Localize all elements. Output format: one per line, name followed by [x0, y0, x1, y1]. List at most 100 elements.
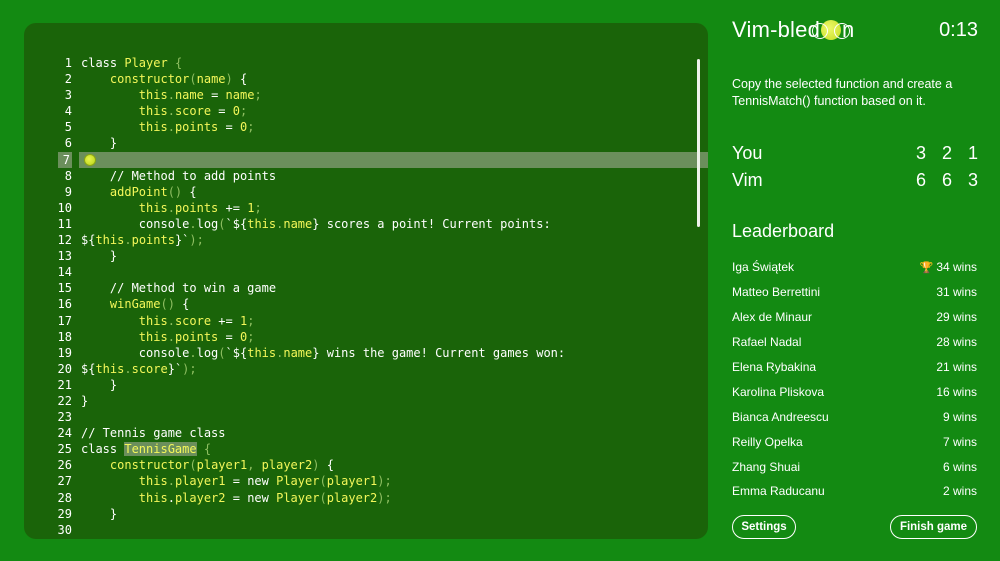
code-line[interactable]: 7: [24, 151, 708, 168]
leaderboard-row: Alex de Minaur 29 wins: [732, 305, 977, 330]
line-number: 17: [57, 313, 72, 328]
editor-scrollbar[interactable]: [697, 59, 700, 227]
code-token: console: [81, 216, 190, 231]
leaderboard-player-name: Zhang Shuai: [732, 459, 801, 474]
line-number: 18: [57, 329, 72, 344]
wins-count: 7 wins: [942, 434, 977, 449]
code-token: constructor: [109, 458, 190, 473]
line-number: 1: [64, 56, 72, 70]
code-token: // Method to win a game: [81, 281, 277, 296]
leaderboard-player-name: Elena Rybakina: [732, 360, 817, 374]
code-token: score: [131, 361, 168, 376]
code-line[interactable]: 31 // Method to simulate a player scorin…: [24, 538, 696, 540]
code-line[interactable]: 20 ${this.score}`);: [24, 361, 696, 377]
leaderboard-wins: 21 wins: [936, 360, 977, 374]
code-line[interactable]: 5 this.points = 0;: [24, 119, 696, 135]
code-line[interactable]: 18 this.points = 0;: [24, 329, 696, 345]
code-token: points: [174, 120, 219, 135]
leaderboard-player-name: Karolina Pliskova: [732, 384, 825, 399]
code-line[interactable]: 4 this.score = 0;: [24, 103, 696, 119]
code-token: +=: [218, 200, 248, 215]
code-line[interactable]: 2 constructor(name) {: [24, 71, 696, 87]
code-token: points: [174, 329, 219, 344]
code-token: .: [167, 120, 175, 135]
line-number: 24: [57, 426, 72, 441]
line-text: this.score = 0;: [81, 103, 247, 119]
tennis-ball-icon: [812, 20, 851, 40]
code-token: (: [189, 458, 197, 473]
code-line[interactable]: 16 winGame() {: [24, 296, 696, 312]
leaderboard-wins: 9 wins: [943, 410, 977, 424]
code-editor[interactable]: 1 class Player {2 constructor(name) {3 th…: [24, 23, 708, 539]
code-token: }: [81, 377, 118, 392]
code-token: }: [81, 506, 118, 521]
leaderboard-row: Iga Świątek 🏆 34 wins: [732, 255, 977, 280]
leaderboard-wins: 6 wins: [943, 460, 977, 474]
code-line[interactable]: 3 this.name = name;: [24, 87, 696, 103]
line-text: class Player {: [81, 55, 182, 71]
code-line[interactable]: 26 constructor(player1, player2) {: [24, 457, 696, 473]
code-line[interactable]: 10 this.points += 1;: [24, 200, 696, 216]
code-token: {: [182, 184, 197, 199]
line-text: // Tennis game class: [81, 425, 226, 441]
selected-token: TennisGame: [124, 442, 197, 457]
code-line[interactable]: 23: [24, 409, 696, 425]
line-text: console.log(`${this.name} scores a point…: [81, 216, 551, 232]
code-line[interactable]: 14: [24, 264, 696, 280]
code-token: {: [174, 297, 190, 312]
code-line[interactable]: 29 }: [24, 506, 696, 522]
code-line[interactable]: 24 // Tennis game class: [24, 425, 696, 441]
code-token: ;: [247, 120, 255, 135]
code-token: .: [124, 233, 132, 248]
code-lines[interactable]: 1 class Player {2 constructor(name) {3 th…: [24, 55, 708, 540]
code-line[interactable]: 17 this.score += 1;: [24, 313, 696, 329]
scoreboard: You 3 2 1 Vim 6 6 3: [732, 140, 978, 194]
code-token: (: [189, 72, 197, 87]
code-line[interactable]: 1 class Player {: [24, 55, 696, 71]
sidebar: Vim-bledn 0:13 Copy the selected functio…: [732, 0, 982, 561]
line-text: class TennisGame {: [81, 441, 211, 457]
code-token: this: [138, 490, 168, 505]
code-token: {: [203, 442, 212, 457]
code-token: .: [124, 361, 132, 376]
finish-game-button[interactable]: Finish game: [890, 515, 977, 539]
code-line[interactable]: 27 this.player1 = new Player(player1);: [24, 473, 696, 489]
trophy-icon: 🏆: [919, 262, 934, 275]
settings-button[interactable]: Settings: [732, 515, 796, 539]
code-line[interactable]: 6 }: [24, 135, 696, 151]
code-line[interactable]: 30: [24, 522, 696, 538]
code-line[interactable]: 13 }: [24, 248, 696, 264]
code-token: ): [225, 72, 233, 87]
code-line[interactable]: 22}: [24, 393, 696, 409]
code-token: = new: [225, 490, 277, 505]
code-token: );: [189, 233, 204, 248]
code-token: this: [138, 313, 168, 328]
code-line[interactable]: 11 console.log(`${this.name} scores a po…: [24, 216, 696, 232]
code-line[interactable]: 25 class TennisGame {: [24, 441, 696, 457]
line-number: 10: [57, 200, 72, 215]
code-line[interactable]: 19 console.log(`${this.name} wins the ga…: [24, 345, 696, 361]
code-line[interactable]: 28 this.player2 = new Player(player2);: [24, 490, 696, 506]
leaderboard-row: Elena Rybakina 21 wins: [732, 355, 977, 380]
code-line[interactable]: 15 // Method to win a game: [24, 280, 696, 296]
code-token: }: [81, 393, 89, 408]
leaderboard-wins: 29 wins: [936, 310, 977, 324]
line-text: this.points = 0;: [81, 119, 255, 135]
code-line[interactable]: 8 // Method to add points: [24, 168, 696, 184]
code-line[interactable]: 9 addPoint() {: [24, 184, 696, 200]
code-token: }`: [167, 361, 183, 376]
code-line[interactable]: 12 ${this.points}`);: [24, 232, 696, 248]
code-token: .: [167, 329, 175, 344]
code-token: ${: [81, 233, 96, 248]
code-token: this: [138, 200, 168, 215]
line-number: 14: [57, 265, 72, 280]
code-line[interactable]: 21 }: [24, 377, 696, 393]
code-token: =: [218, 329, 240, 344]
code-token: .: [167, 490, 175, 505]
code-token: `${: [225, 216, 248, 231]
line-number: 29: [57, 506, 72, 521]
code-token: this: [138, 120, 168, 135]
code-token: (: [319, 474, 327, 489]
code-token: winGame: [109, 297, 161, 312]
